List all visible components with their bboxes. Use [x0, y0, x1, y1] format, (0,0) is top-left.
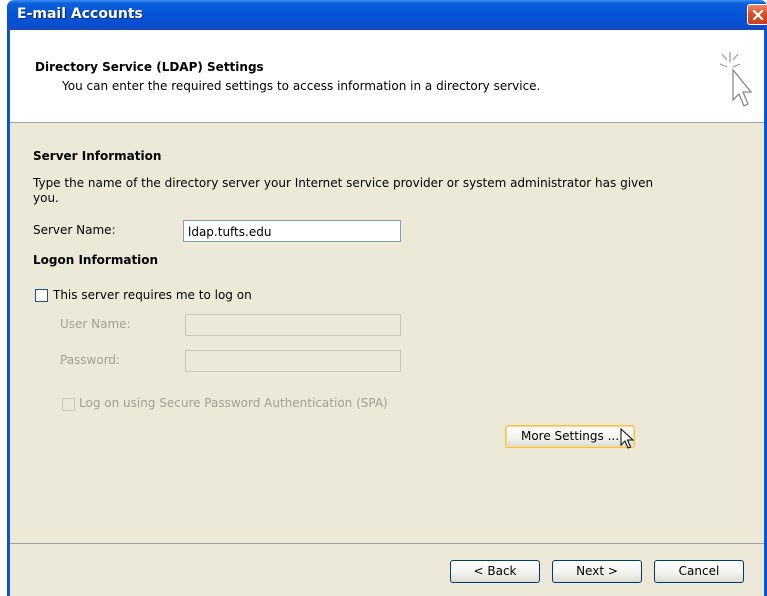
server-name-label: Server Name:	[33, 223, 116, 237]
password-label: Password:	[60, 353, 121, 367]
server-info-heading: Server Information	[33, 149, 162, 163]
server-name-input[interactable]: ldap.tufts.edu	[183, 220, 401, 242]
title-bar[interactable]: E-mail Accounts	[7, 0, 767, 30]
dialog-header: Directory Service (LDAP) Settings You ca…	[10, 30, 764, 123]
user-name-input[interactable]	[185, 314, 401, 336]
mouse-pointer-icon	[620, 428, 634, 449]
page-subtitle: You can enter the required settings to a…	[62, 79, 541, 93]
cursor-sparkle-icon	[719, 52, 753, 107]
spa-checkbox[interactable]	[62, 398, 75, 411]
close-button[interactable]	[747, 4, 767, 25]
window-title: E-mail Accounts	[17, 6, 143, 22]
logon-info-heading: Logon Information	[33, 253, 159, 267]
more-settings-button[interactable]: More Settings ...	[505, 425, 635, 448]
dialog-body: Server Information Type the name of the …	[10, 123, 764, 596]
close-icon	[752, 9, 764, 20]
page-title: Directory Service (LDAP) Settings	[35, 60, 264, 74]
user-name-label: User Name:	[60, 317, 131, 331]
requires-logon-label[interactable]: This server requires me to log on	[53, 288, 252, 302]
spa-label[interactable]: Log on using Secure Password Authenticat…	[79, 396, 388, 410]
footer-divider	[10, 543, 764, 544]
back-button[interactable]: < Back	[450, 560, 540, 583]
cancel-button[interactable]: Cancel	[654, 560, 744, 583]
next-button[interactable]: Next >	[552, 560, 642, 583]
server-info-description: Type the name of the directory server yo…	[33, 176, 654, 205]
password-input[interactable]	[185, 350, 401, 372]
requires-logon-checkbox[interactable]	[35, 289, 48, 302]
email-accounts-dialog: E-mail Accounts Directory Service (LDAP)…	[7, 0, 767, 596]
